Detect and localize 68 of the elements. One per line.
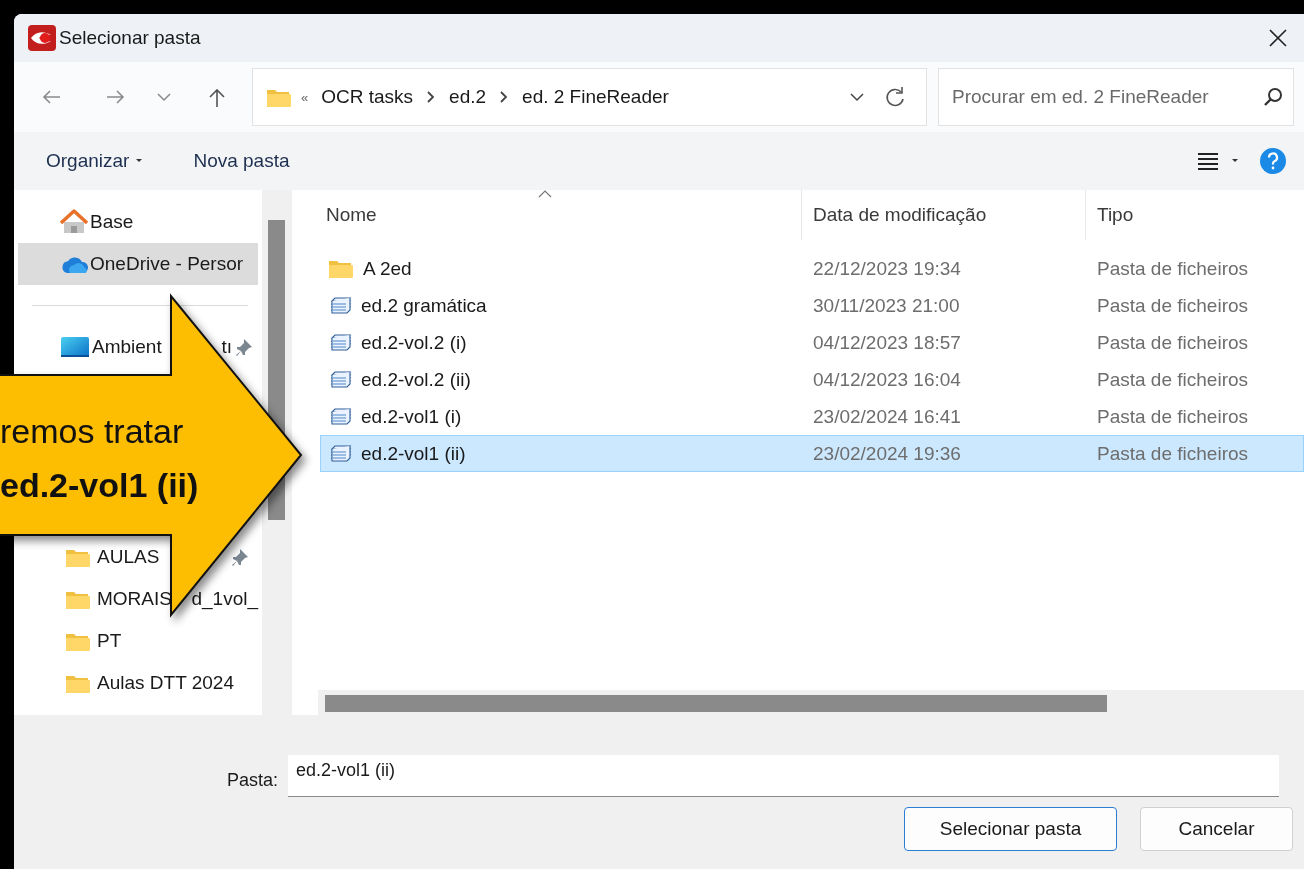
app-logo-icon: [28, 25, 56, 51]
type-cell-text: Pasta de ficheiros: [1096, 368, 1249, 391]
callout-text: ed.2-vol1 (ii): [0, 466, 199, 505]
organize-menu-button[interactable]: Organizar: [46, 150, 144, 172]
file-row[interactable]: A 2ed 22/12/2023 19:34 Pasta de ficheiros: [320, 250, 1304, 287]
home-icon: [60, 209, 88, 235]
stacked-pages-icon: [328, 369, 352, 390]
column-header[interactable]: Tipo: [1086, 204, 1134, 226]
list-view-icon[interactable]: [1197, 151, 1219, 171]
close-icon[interactable]: [1268, 28, 1288, 48]
monitor-icon: [60, 335, 90, 359]
file-name: ed.2-vol1 (i): [361, 405, 462, 428]
pin-icon[interactable]: [234, 337, 254, 357]
breadcrumb[interactable]: OCR tasks: [321, 86, 414, 108]
file-row[interactable]: ed.2-vol.2 (ii) 04/12/2023 16:04 Pasta de ficheiros: [320, 361, 1304, 398]
file-name: ed.2 gramática: [361, 294, 487, 317]
date-cell-text: 30/11/2023 21:00: [812, 294, 961, 317]
stacked-pages-icon: [328, 443, 352, 464]
date-cell-text: 04/12/2023 16:04: [812, 368, 962, 391]
search-icon[interactable]: [1263, 87, 1283, 107]
folder-name-field[interactable]: ed.2-vol1 (ii): [288, 755, 1279, 797]
type-cell-text: Pasta de ficheiros: [1096, 257, 1249, 280]
cancel-button[interactable]: Cancelar: [1140, 807, 1293, 851]
caret-icon: [135, 158, 144, 164]
date-cell-text: 23/02/2024 19:36: [812, 442, 962, 465]
folder-label: Pasta:: [225, 768, 278, 791]
callout-text: remos tratar: [0, 412, 184, 451]
file-row[interactable]: ed.2-vol1 (ii) 23/02/2024 19:36 Pasta de ficheiros: [320, 435, 1304, 472]
sidebar-item[interactable]: OneDrive - Persor: [18, 243, 258, 285]
file-name: ed.2-vol.2 (ii): [361, 368, 471, 391]
date-cell-text: 23/02/2024 16:41: [812, 405, 962, 428]
file-name: ed.2-vol.2 (i): [361, 331, 467, 354]
breadcrumb[interactable]: ed. 2 FineReader: [522, 86, 669, 108]
stacked-pages-icon: [328, 406, 352, 427]
file-row[interactable]: ed.2-vol1 (i) 23/02/2024 16:41 Pasta de ficheiros: [320, 398, 1304, 435]
type-cell-text: Pasta de ficheiros: [1096, 331, 1249, 354]
sidebar-item[interactable]: Base: [18, 201, 258, 243]
date-cell-text: 22/12/2023 19:34: [812, 257, 962, 280]
new-folder-button[interactable]: Nova pasta: [193, 150, 290, 172]
file-row[interactable]: ed.2 gramática 30/11/2023 21:00 Pasta de ficheiros: [320, 287, 1304, 324]
stacked-pages-icon: [328, 332, 352, 353]
search-input[interactable]: Procurar em ed. 2 FineReader: [950, 85, 1263, 109]
file-name: A 2ed: [363, 257, 412, 280]
horizontal-scrollbar[interactable]: [318, 690, 1304, 715]
pin-icon[interactable]: [230, 547, 250, 567]
caret-icon[interactable]: [1231, 158, 1239, 164]
sidebar-item[interactable]: Aulas DTT 2024: [18, 662, 258, 704]
sidebar-item[interactable]: PT: [18, 620, 258, 662]
stacked-pages-icon: [328, 295, 352, 316]
overflow-chevron[interactable]: «: [301, 89, 309, 105]
column-header[interactable]: Nome: [292, 190, 802, 240]
help-icon[interactable]: [1259, 147, 1287, 175]
sidebar-item[interactable]: Ambient tı: [18, 326, 258, 368]
breadcrumb[interactable]: ed.2: [449, 86, 487, 108]
sidebar-item[interactable]: MORAIS d_1vol_: [18, 578, 258, 620]
select-folder-button[interactable]: Selecionar pasta: [904, 807, 1117, 851]
column-header[interactable]: Data de modificação: [802, 190, 1086, 240]
window-title: Selecionar pasta: [59, 27, 201, 49]
address-bar[interactable]: « OCR tasks ed.2 ed. 2 FineReader: [252, 68, 927, 126]
file-name: ed.2-vol1 (ii): [361, 442, 466, 465]
refresh-icon[interactable]: [884, 86, 906, 108]
search-field[interactable]: Procurar em ed. 2 FineReader: [938, 68, 1294, 126]
date-cell-text: 04/12/2023 18:57: [812, 331, 962, 354]
type-cell-text: Pasta de ficheiros: [1096, 405, 1249, 428]
file-row[interactable]: ed.2-vol.2 (i) 04/12/2023 18:57 Pasta de ficheiros: [320, 324, 1304, 361]
folder-icon: [328, 258, 354, 279]
type-cell-text: Pasta de ficheiros: [1096, 442, 1249, 465]
type-cell-text: Pasta de ficheiros: [1096, 294, 1249, 317]
